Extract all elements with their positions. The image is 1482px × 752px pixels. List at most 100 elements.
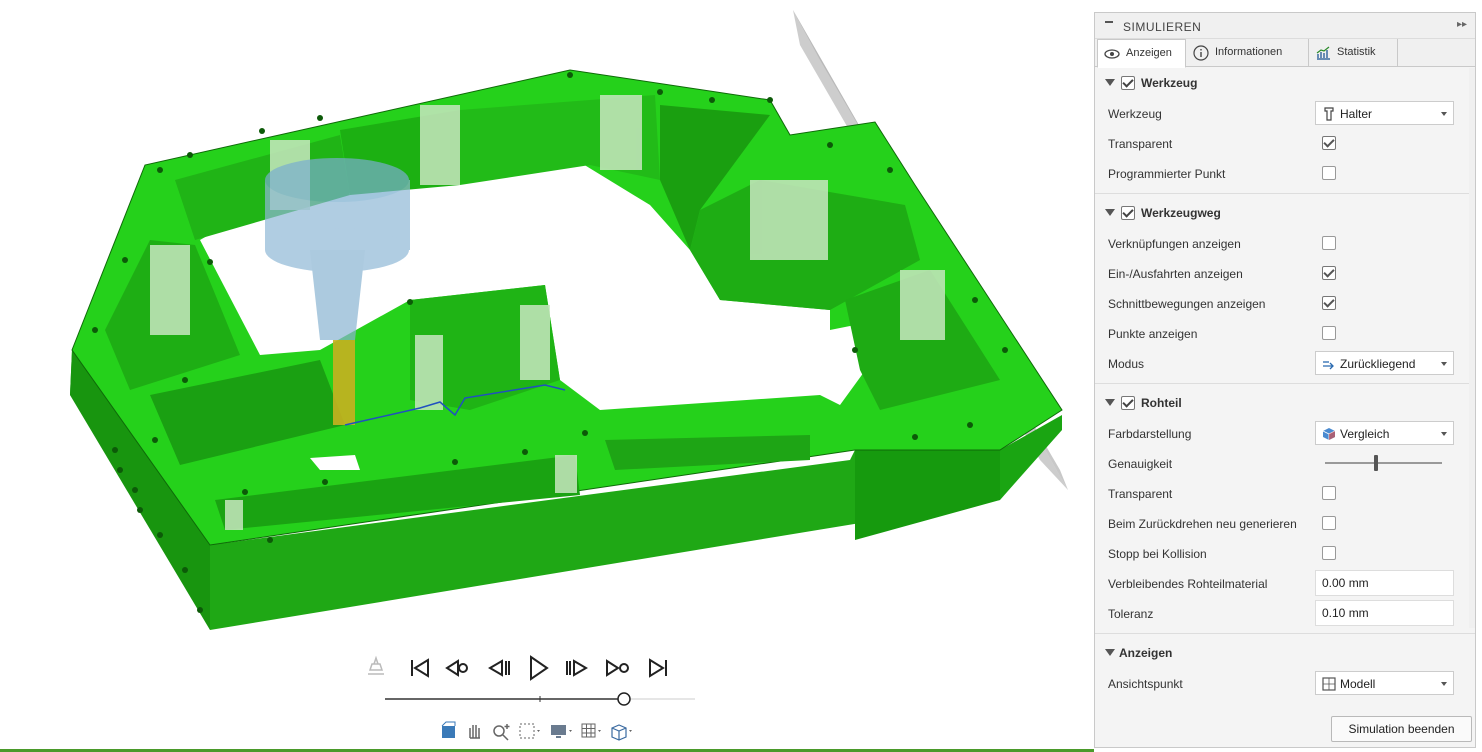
transparent-label: Transparent [1108, 487, 1173, 501]
remaining-input[interactable] [1315, 570, 1454, 596]
color-label: Farbdarstellung [1108, 427, 1192, 441]
mode-dropdown[interactable]: Zurückliegend [1315, 351, 1454, 375]
rohteil-section-checkbox[interactable] [1121, 396, 1135, 410]
color-value: Vergleich [1340, 427, 1390, 441]
viewpoint-label: Ansichtspunkt [1108, 677, 1183, 691]
points-label: Punkte anzeigen [1108, 327, 1198, 341]
row-accuracy: Genauigkeit [1095, 448, 1467, 478]
viewpoint-value: Modell [1340, 677, 1376, 691]
section-title: Werkzeug [1141, 76, 1198, 90]
navigation-toolbar [436, 720, 642, 744]
display-settings-icon[interactable] [548, 720, 574, 742]
regen-checkbox[interactable] [1322, 516, 1336, 530]
links-checkbox[interactable] [1322, 236, 1336, 250]
rohteil-transparent-checkbox[interactable] [1322, 486, 1336, 500]
row-points: Punkte anzeigen [1095, 318, 1467, 348]
panel-tabs: Anzeigen Informationen Statistik [1095, 39, 1475, 68]
divider [1095, 193, 1475, 194]
tab-informationen[interactable]: Informationen [1187, 39, 1309, 67]
view-cube-icon[interactable] [608, 720, 634, 742]
row-remaining: Verbleibendes Rohteilmaterial [1095, 568, 1467, 598]
model-view-icon [1322, 677, 1336, 691]
skip-to-end-button[interactable] [644, 654, 672, 682]
trailing-path-icon [1323, 361, 1334, 370]
cut-moves-checkbox[interactable] [1322, 296, 1336, 310]
previous-operation-button[interactable] [444, 654, 472, 682]
panel-title: SIMULIEREN [1123, 20, 1202, 34]
werkzeug-section-checkbox[interactable] [1121, 76, 1135, 90]
accuracy-slider-track[interactable] [1325, 462, 1442, 464]
skip-to-start-button[interactable] [406, 654, 434, 682]
panel-scrollbar[interactable] [1469, 68, 1475, 628]
entry-exit-checkbox[interactable] [1322, 266, 1336, 280]
row-werkzeug: Werkzeug Halter [1095, 98, 1467, 128]
simulation-settings-icon[interactable] [362, 652, 390, 680]
section-title: Rohteil [1141, 396, 1182, 410]
finish-simulation-button[interactable]: Simulation beenden [1331, 716, 1472, 742]
playback-controls [360, 650, 700, 684]
fit-view-icon[interactable] [516, 720, 542, 742]
mode-label: Modus [1108, 357, 1145, 371]
row-werkzeug-transparent: Transparent [1095, 128, 1467, 158]
werkzeug-transparent-checkbox[interactable] [1322, 136, 1336, 150]
row-mode: Modus Zurückliegend [1095, 348, 1467, 378]
section-title: Anzeigen [1119, 646, 1173, 660]
pan-hand-icon[interactable] [462, 720, 488, 742]
row-stop: Stopp bei Kollision [1095, 538, 1467, 568]
points-checkbox[interactable] [1322, 326, 1336, 340]
remaining-label: Verbleibendes Rohteilmaterial [1108, 577, 1268, 591]
timeline-thumb[interactable] [617, 692, 631, 706]
section-anzeigen[interactable]: Anzeigen [1095, 638, 1467, 668]
tolerance-input[interactable] [1315, 600, 1454, 626]
grid-icon[interactable] [578, 720, 604, 742]
werkzeug-label: Werkzeug [1108, 107, 1162, 121]
expand-panel-icon[interactable]: ▸▸ [1457, 19, 1467, 30]
collapse-triangle-icon[interactable] [1105, 79, 1115, 86]
accuracy-slider-thumb[interactable] [1374, 455, 1378, 471]
section-title: Werkzeugweg [1141, 206, 1221, 220]
section-rohteil[interactable]: Rohteil [1095, 388, 1467, 418]
next-operation-button[interactable] [604, 654, 632, 682]
step-forward-button[interactable] [562, 654, 590, 682]
row-regen: Beim Zurückdrehen neu generieren [1095, 508, 1467, 538]
transparent-label: Transparent [1108, 137, 1173, 151]
cad-model-scene[interactable] [0, 0, 1094, 752]
row-tolerance: Toleranz [1095, 598, 1467, 628]
collapse-icon[interactable] [1105, 21, 1113, 23]
regen-label: Beim Zurückdrehen neu generieren [1108, 517, 1297, 531]
step-back-button[interactable] [486, 654, 514, 682]
row-programmed-point: Programmierter Punkt [1095, 158, 1467, 188]
orbit-icon[interactable] [436, 720, 462, 742]
simulation-timeline[interactable] [385, 690, 695, 708]
werkzeugweg-section-checkbox[interactable] [1121, 206, 1135, 220]
3d-viewport[interactable] [0, 0, 1094, 752]
row-rohteil-transparent: Transparent [1095, 478, 1467, 508]
stop-checkbox[interactable] [1322, 546, 1336, 560]
viewpoint-dropdown[interactable]: Modell [1315, 671, 1454, 695]
entry-exit-label: Ein-/Ausfahrten anzeigen [1108, 267, 1243, 281]
row-viewpoint: Ansichtspunkt Modell [1095, 668, 1467, 698]
collapse-triangle-icon[interactable] [1105, 649, 1115, 656]
collapse-triangle-icon[interactable] [1105, 209, 1115, 216]
holder-icon [1324, 107, 1334, 121]
links-label: Verknüpfungen anzeigen [1108, 237, 1241, 251]
tab-label: Statistik [1337, 46, 1376, 58]
tolerance-label: Toleranz [1108, 607, 1154, 621]
row-cut-moves: Schnittbewegungen anzeigen [1095, 288, 1467, 318]
collapse-triangle-icon[interactable] [1105, 399, 1115, 406]
info-icon [1193, 45, 1209, 61]
werkzeug-dropdown[interactable]: Halter [1315, 101, 1454, 125]
color-dropdown[interactable]: Vergleich [1315, 421, 1454, 445]
play-button[interactable] [524, 654, 552, 682]
werkzeug-value: Halter [1340, 107, 1373, 121]
accuracy-label: Genauigkeit [1108, 457, 1173, 471]
section-werkzeugweg[interactable]: Werkzeugweg [1095, 198, 1467, 228]
zoom-icon[interactable] [488, 720, 514, 742]
chevron-down-icon [1441, 682, 1447, 686]
row-links: Verknüpfungen anzeigen [1095, 228, 1467, 258]
tab-statistik[interactable]: Statistik [1309, 39, 1398, 67]
tab-anzeigen[interactable]: Anzeigen [1097, 39, 1186, 68]
programmed-point-checkbox[interactable] [1322, 166, 1336, 180]
divider [1095, 383, 1475, 384]
section-werkzeug[interactable]: Werkzeug [1095, 68, 1467, 98]
